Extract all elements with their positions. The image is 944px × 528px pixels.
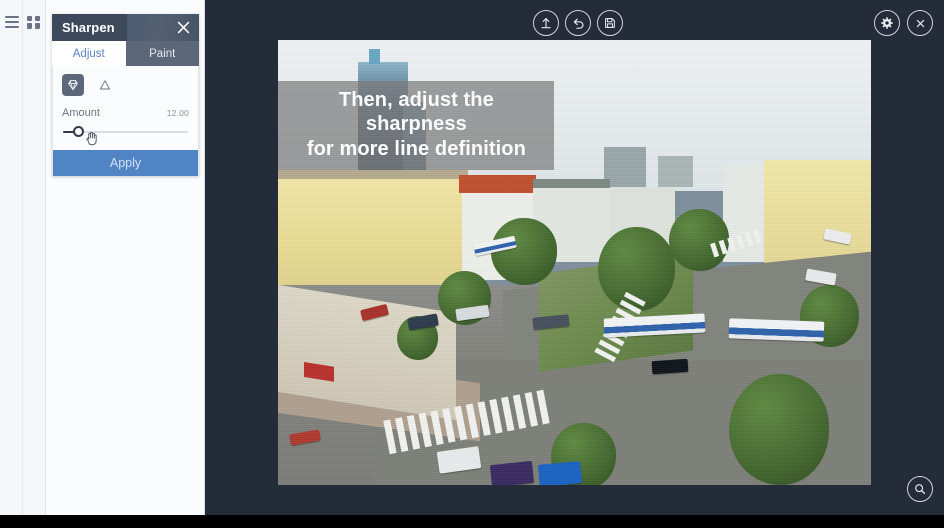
menu-button[interactable]: [2, 14, 21, 30]
photo-awning: [304, 361, 335, 382]
photo-tree: [491, 218, 557, 285]
image-caption-overlay: Then, adjust the sharpness for more line…: [278, 80, 554, 171]
photo-editor-app: Then, adjust the sharpness for more line…: [0, 0, 944, 528]
photo-window-grid: [278, 189, 462, 282]
canvas-area[interactable]: Then, adjust the sharpness for more line…: [205, 0, 944, 515]
photo-tree: [728, 373, 830, 485]
amount-value: 12.00: [166, 108, 189, 118]
amount-slider[interactable]: [63, 124, 188, 146]
panel-tabs: Adjust Paint: [52, 41, 199, 66]
toolbar-right-group: [874, 10, 933, 36]
caption-line-1: Then, adjust the sharpness: [338, 88, 494, 136]
photo-distant-building-1: [604, 146, 646, 187]
hamburger-menu-icon: [4, 26, 19, 28]
photo-car: [490, 460, 535, 485]
bottom-black-band: [0, 515, 944, 528]
apply-button[interactable]: Apply: [52, 150, 199, 176]
hamburger-menu-icon: [4, 21, 19, 23]
zoom-button[interactable]: [907, 476, 933, 502]
tab-adjust[interactable]: Adjust: [52, 41, 126, 66]
photo-red-roof: [458, 175, 536, 194]
sharpen-panel: Sharpen Adjust Paint Amount 12.00 Apply: [52, 14, 199, 176]
triangle-mode-button[interactable]: [94, 74, 116, 96]
tab-paint[interactable]: Paint: [125, 41, 199, 66]
amount-label: Amount: [62, 107, 100, 119]
photo-distant-building-2: [657, 155, 694, 187]
photo-canvas[interactable]: Then, adjust the sharpness for more line…: [278, 40, 871, 485]
close-icon: [177, 21, 190, 34]
grid-view-icon: [27, 15, 40, 29]
settings-button[interactable]: [874, 10, 900, 36]
undo-button[interactable]: [565, 10, 591, 36]
rail-divider: [22, 0, 23, 515]
magnifier-icon: [915, 484, 926, 495]
panel-titlebar: Sharpen: [52, 14, 199, 41]
save-button[interactable]: [597, 10, 623, 36]
grid-view-button[interactable]: [24, 14, 43, 30]
triangle-icon: [99, 80, 111, 90]
photo-trolleybus: [728, 318, 824, 343]
hamburger-menu-icon: [4, 16, 19, 18]
mode-selector-row: [62, 74, 189, 96]
close-icon: [916, 19, 924, 27]
panel-close-button[interactable]: [175, 19, 192, 36]
caption-line-2: for more line definition: [306, 137, 526, 160]
photo-roof: [278, 170, 468, 180]
photo-car: [538, 460, 582, 485]
undo-icon: [573, 18, 583, 29]
photo-image: Then, adjust the sharpness for more line…: [278, 40, 871, 485]
close-editor-button[interactable]: [907, 10, 933, 36]
gear-icon: [881, 17, 893, 29]
slider-handle[interactable]: [72, 126, 84, 137]
left-rail: [0, 0, 46, 515]
upload-button[interactable]: [533, 10, 559, 36]
upload-icon: [541, 17, 551, 29]
save-icon: [605, 18, 615, 28]
panel-title: Sharpen: [62, 20, 115, 35]
toolbar-center-group: [533, 10, 623, 36]
diamond-icon: [68, 80, 78, 91]
amount-row: Amount 12.00: [62, 107, 189, 119]
diamond-mode-button[interactable]: [62, 74, 84, 96]
panel-body: Amount 12.00: [52, 66, 199, 150]
